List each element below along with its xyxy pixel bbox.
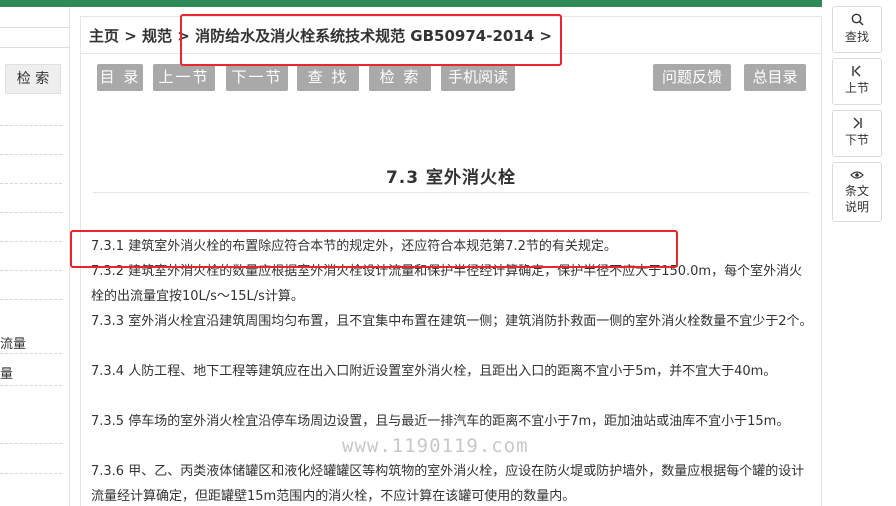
first-page-icon — [833, 65, 881, 80]
breadcrumb-highlight-box — [180, 14, 562, 66]
clause-7-3-3: 7.3.3 室外消火栓宜沿建筑周围均匀布置，且不宜集中布置在建筑一侧；建筑消防扑… — [91, 314, 813, 329]
right-prev-button[interactable]: 上节 — [832, 58, 882, 105]
sidebar-search-button[interactable]: 检 索 — [5, 64, 61, 94]
clause-7-3-5: 7.3.5 停车场的室外消火栓宜沿停车场周边设置，且与最近一排汽车的距离不宜小于… — [91, 414, 790, 429]
right-next-button[interactable]: 下节 — [832, 110, 882, 157]
toc-button[interactable]: 目 录 — [97, 64, 143, 91]
mobile-read-button[interactable]: 手机阅读 — [441, 64, 515, 91]
prev-section-button[interactable]: 上一节 — [153, 64, 215, 91]
clause-highlight-box — [70, 230, 678, 268]
sidebar-row-divider — [0, 125, 62, 126]
right-explain-button[interactable]: 条文说明 — [832, 162, 882, 222]
search-icon — [833, 13, 881, 29]
last-page-icon — [833, 117, 881, 132]
sidebar-divider — [0, 27, 70, 28]
right-prev-label: 上节 — [844, 81, 869, 95]
breadcrumb-spec-link[interactable]: 规范 — [142, 27, 172, 45]
sidebar-item[interactable]: 量 — [0, 363, 13, 382]
sidebar-row-divider — [0, 299, 62, 300]
all-toc-button[interactable]: 总目录 — [744, 64, 806, 91]
sidebar-row-divider — [0, 473, 62, 474]
site-watermark: www.1190119.com — [342, 435, 529, 457]
right-find-label: 查找 — [844, 30, 869, 44]
sidebar-row-divider — [0, 183, 62, 184]
left-sidebar: 检 索 流量 量 — [0, 7, 70, 506]
sidebar-row-divider — [0, 270, 62, 271]
title-divider — [93, 192, 809, 193]
sidebar-row-divider — [0, 443, 62, 444]
right-explain-label: 条文说明 — [845, 184, 870, 214]
sidebar-row-divider — [0, 212, 62, 213]
breadcrumb-separator: > — [119, 27, 143, 45]
sidebar-item[interactable]: 流量 — [0, 333, 26, 352]
next-section-button[interactable]: 下一节 — [226, 64, 288, 91]
right-next-label: 下节 — [844, 133, 869, 147]
clause-7-3-6: 7.3.6 甲、乙、丙类液体储罐区和液化烃罐罐区等构筑物的室外消火栓，应设在防火… — [91, 464, 805, 504]
breadcrumb-home-link[interactable]: 主页 — [89, 27, 119, 45]
sidebar-row-divider — [0, 154, 62, 155]
section-title: 7.3 室外消火栓 — [385, 168, 517, 188]
sidebar-row-divider — [0, 385, 62, 386]
find-button[interactable]: 查 找 — [297, 64, 359, 91]
page-root: { "sidebar": { "search_label": "检 索", "i… — [0, 0, 896, 506]
feedback-button[interactable]: 问题反馈 — [653, 64, 731, 91]
sidebar-row-divider — [0, 241, 62, 242]
eye-icon — [833, 169, 881, 183]
sidebar-row-divider — [0, 353, 62, 354]
sidebar-divider — [0, 47, 70, 48]
clause-7-3-4: 7.3.4 人防工程、地下工程等建筑应在出入口附近设置室外消火栓，且距出入口的距… — [91, 364, 777, 379]
right-find-button[interactable]: 查找 — [832, 6, 882, 53]
top-accent-bar — [0, 0, 822, 7]
search-button[interactable]: 检 索 — [369, 64, 431, 91]
